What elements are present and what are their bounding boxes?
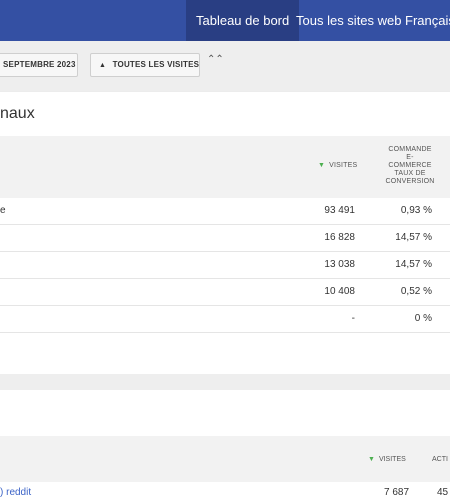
referrers-widget: ▼ VISITES ACTI ) reddit 7 687 45 bbox=[0, 390, 450, 500]
row-conversion: 14,57 % bbox=[395, 232, 432, 243]
row-label: e bbox=[0, 205, 6, 216]
section-gap bbox=[0, 374, 450, 390]
top-navigation-bar: Tableau de bord Tous les sites web Franç… bbox=[0, 0, 450, 41]
channels-widget: naux ▼ VISITES COMMANDE E- COMMERCE TAUX … bbox=[0, 92, 450, 374]
users-icon: ▲ bbox=[99, 62, 107, 69]
row-visits: 7 687 bbox=[384, 487, 410, 498]
row-visits: 13 038 bbox=[324, 259, 355, 270]
date-label: SEPTEMBRE 2023 bbox=[3, 60, 76, 69]
segment-selector-button[interactable]: ▲ TOUTES LES VISITES bbox=[90, 53, 200, 77]
column-header-actions[interactable]: ACTI bbox=[432, 456, 448, 463]
column-header-visits[interactable]: ▼ VISITES bbox=[318, 162, 357, 169]
table-row[interactable]: e 93 491 0,93 % bbox=[0, 198, 450, 225]
nav-dashboard[interactable]: Tableau de bord bbox=[186, 0, 300, 41]
row-conversion: 0,52 % bbox=[400, 286, 432, 297]
row-visits: 93 491 bbox=[324, 205, 355, 216]
row-visits: 16 828 bbox=[324, 232, 355, 243]
nav-all-websites[interactable]: Tous les sites web bbox=[286, 0, 412, 41]
column-header-visits[interactable]: ▼ VISITES bbox=[368, 456, 406, 463]
row-conversion: 14,57 % bbox=[395, 259, 432, 270]
segment-label: TOUTES LES VISITES bbox=[112, 60, 200, 69]
date-selector-button[interactable]: SEPTEMBRE 2023 bbox=[0, 53, 78, 77]
row-actions: 45 bbox=[437, 487, 449, 498]
sort-desc-icon: ▼ bbox=[368, 456, 375, 463]
referrer-link[interactable]: ) reddit bbox=[0, 487, 31, 498]
chevrons-up-icon[interactable]: ⌃⌃ bbox=[207, 54, 224, 65]
column-header-conversion[interactable]: COMMANDE E- COMMERCE TAUX DE CONVERSION bbox=[375, 146, 445, 186]
row-conversion: 0,93 % bbox=[400, 205, 432, 216]
table-row[interactable]: 10 408 0,52 % bbox=[0, 279, 450, 306]
sort-desc-icon: ▼ bbox=[318, 162, 326, 169]
table-row[interactable]: 13 038 14,57 % bbox=[0, 252, 450, 279]
row-visits: 10 408 bbox=[324, 286, 355, 297]
table-row[interactable]: 16 828 14,57 % bbox=[0, 225, 450, 252]
row-conversion: 0 % bbox=[414, 313, 432, 324]
widget-title: naux bbox=[0, 105, 35, 122]
toolbar: SEPTEMBRE 2023 ▲ TOUTES LES VISITES bbox=[0, 41, 450, 89]
nav-language[interactable]: Français bbox=[395, 0, 450, 41]
table-row[interactable]: - 0 % bbox=[0, 306, 450, 333]
table-header: ▼ VISITES ACTI bbox=[0, 436, 450, 482]
row-visits: - bbox=[351, 313, 355, 324]
table-header: ▼ VISITES COMMANDE E- COMMERCE TAUX DE CO… bbox=[0, 136, 450, 198]
